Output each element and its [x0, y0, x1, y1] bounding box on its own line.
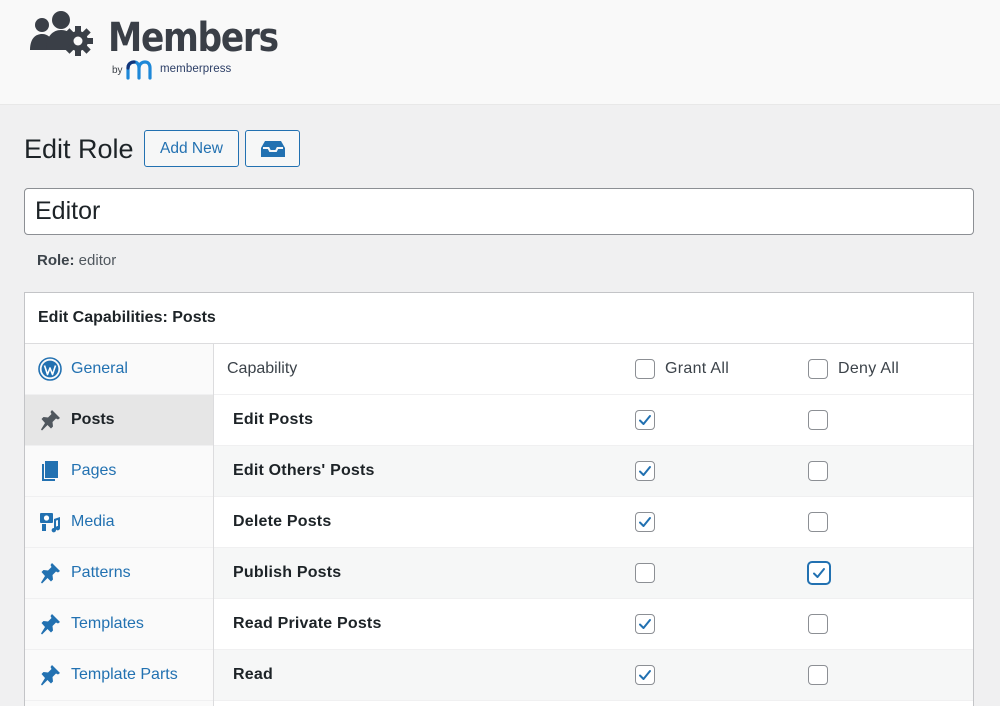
checkmark-icon: [639, 466, 651, 476]
capability-table: Capability Grant All Deny All Edit Posts…: [214, 344, 973, 701]
tab-pages[interactable]: Pages: [25, 446, 213, 497]
capability-column-header: Capability: [227, 360, 298, 377]
tab-media[interactable]: Media: [25, 497, 213, 548]
grant-all-label: Grant All: [665, 360, 730, 377]
deny-checkbox[interactable]: [808, 614, 828, 634]
tab-template-parts[interactable]: Template Parts: [25, 650, 213, 701]
tab-general[interactable]: General: [25, 344, 213, 395]
tab-posts[interactable]: Posts: [25, 395, 213, 446]
memberpress-logo-icon: [126, 60, 152, 80]
deny-checkbox[interactable]: [808, 665, 828, 685]
table-row: Delete Posts: [214, 497, 973, 548]
checkmark-icon: [639, 517, 651, 527]
checkmark-icon: [639, 415, 651, 425]
capability-name: Publish Posts: [233, 564, 342, 581]
role-slug: Role: editor: [37, 252, 116, 269]
tab-label: Media: [71, 513, 115, 530]
capabilities-heading: Edit Capabilities: Posts: [25, 293, 973, 344]
members-logo-icon: [30, 11, 93, 56]
tab-templates[interactable]: Templates: [25, 599, 213, 650]
deny-checkbox[interactable]: [808, 512, 828, 532]
media-icon: [40, 513, 61, 533]
capability-name: Read Private Posts: [233, 615, 382, 632]
role-slug-value: editor: [78, 252, 117, 269]
deny-all-checkbox[interactable]: [808, 359, 828, 379]
deny-all-toggle[interactable]: Deny All: [808, 359, 899, 379]
capability-name: Read: [233, 666, 273, 683]
pages-icon: [42, 461, 58, 481]
brand-header: Members by memberpress: [0, 0, 1000, 105]
capability-tabs: General Posts Pages Media Patterns Templ…: [25, 344, 214, 706]
grant-all-toggle[interactable]: Grant All: [635, 359, 729, 379]
wordpress-icon: [38, 357, 62, 381]
capability-name: Delete Posts: [233, 513, 332, 530]
grant-all-checkbox[interactable]: [635, 359, 655, 379]
deny-checkbox[interactable]: [808, 410, 828, 430]
deny-checkbox[interactable]: [808, 461, 828, 481]
capability-name: Edit Posts: [233, 411, 314, 428]
grant-checkbox[interactable]: [635, 665, 655, 685]
pin-icon: [41, 563, 60, 584]
brand-title: Members: [108, 15, 279, 61]
checkmark-icon: [813, 568, 825, 578]
inbox-button[interactable]: [245, 130, 300, 167]
pin-icon: [41, 410, 60, 431]
grant-checkbox[interactable]: [635, 614, 655, 634]
tab-label: Templates: [71, 615, 144, 632]
table-row: Publish Posts: [214, 548, 973, 599]
page-title: Edit Role: [24, 134, 134, 164]
table-row: Edit Posts: [214, 395, 973, 446]
role-slug-label: Role:: [37, 252, 75, 269]
add-new-button[interactable]: Add New: [144, 130, 239, 167]
table-row: Read Private Posts: [214, 599, 973, 650]
grant-checkbox[interactable]: [635, 563, 655, 583]
tab-label: Patterns: [71, 564, 131, 581]
capability-name: Edit Others' Posts: [233, 462, 375, 479]
pin-icon: [41, 665, 60, 686]
tab-patterns[interactable]: Patterns: [25, 548, 213, 599]
deny-checkbox[interactable]: [808, 562, 830, 584]
table-header-row: Capability Grant All Deny All: [214, 344, 973, 395]
grant-checkbox[interactable]: [635, 410, 655, 430]
role-name-input[interactable]: [24, 188, 974, 235]
checkmark-icon: [639, 619, 651, 629]
tab-label: Template Parts: [71, 666, 178, 683]
capabilities-body: General Posts Pages Media Patterns Templ…: [25, 344, 973, 706]
tab-label: General: [71, 360, 128, 377]
table-row: Edit Others' Posts: [214, 446, 973, 497]
pin-icon: [41, 614, 60, 635]
grant-checkbox[interactable]: [635, 461, 655, 481]
memberpress-wordmark: memberpress: [160, 63, 232, 75]
inbox-tray-icon: [260, 140, 285, 157]
brand-by-text: by: [112, 65, 123, 76]
tab-label: Pages: [71, 462, 117, 479]
checkmark-icon: [639, 670, 651, 680]
table-row: Read: [214, 650, 973, 701]
grant-checkbox[interactable]: [635, 512, 655, 532]
deny-all-label: Deny All: [838, 360, 900, 377]
capabilities-panel: Edit Capabilities: Posts General Posts P…: [24, 292, 974, 706]
tab-label: Posts: [71, 411, 115, 428]
